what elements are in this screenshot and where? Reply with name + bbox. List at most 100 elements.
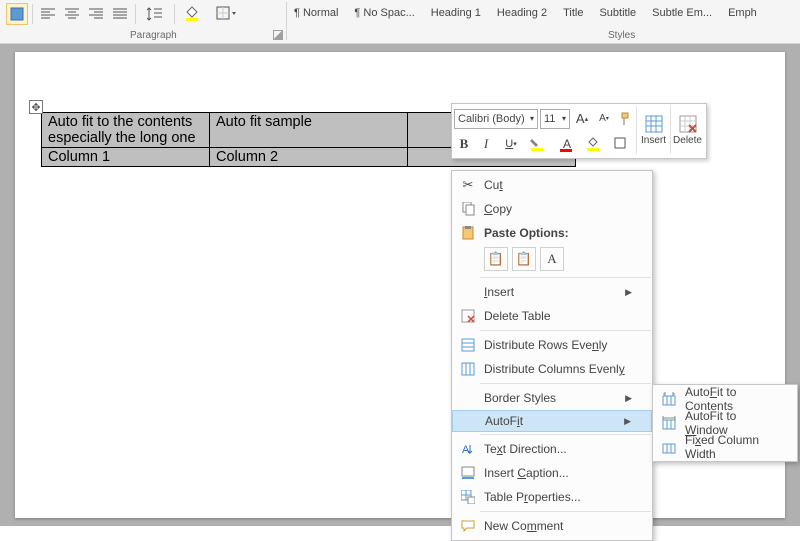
distribute-cols-icon bbox=[458, 362, 478, 376]
menu-separator bbox=[480, 511, 651, 512]
menu-distribute-cols[interactable]: Distribute Columns Evenly bbox=[452, 357, 652, 381]
underline-button[interactable]: U▾ bbox=[498, 134, 524, 154]
style-emphasis[interactable]: Emph bbox=[720, 3, 765, 23]
delete-table-icon bbox=[458, 309, 478, 323]
font-family-combo[interactable]: Calibri (Body)▾ bbox=[454, 109, 538, 129]
menu-autofit[interactable]: AutoFit▶ bbox=[452, 410, 652, 432]
menu-separator bbox=[480, 330, 651, 331]
context-menu: ✂Cut Copy Paste Options: 📋 📋 A Insert▶ D… bbox=[451, 170, 653, 541]
borders-mini-button[interactable] bbox=[610, 134, 636, 154]
autofit-window-icon bbox=[659, 416, 679, 430]
distribute-rows-icon bbox=[458, 338, 478, 352]
insert-table-icon bbox=[645, 115, 663, 133]
delete-table-icon bbox=[679, 115, 697, 133]
insert-button[interactable]: Insert bbox=[636, 106, 670, 154]
menu-separator bbox=[480, 383, 651, 384]
menu-separator bbox=[480, 434, 651, 435]
styles-gallery: ¶ Normal ¶ No Spac... Heading 1 Heading … bbox=[286, 3, 765, 23]
align-center-icon bbox=[65, 8, 79, 20]
paragraph-group-label: Paragraph bbox=[130, 30, 177, 41]
mini-toolbar: Calibri (Body)▾ 11▾ A▴ A▾ B I U▾ A Inser… bbox=[451, 103, 707, 159]
autofit-submenu: AutoFit to Contents AutoFit to Window Fi… bbox=[652, 384, 798, 462]
shading-button[interactable] bbox=[6, 3, 28, 25]
table-cell[interactable]: Column 1 bbox=[42, 148, 210, 167]
shading-mini-button[interactable] bbox=[582, 134, 608, 154]
style-subtle-emphasis[interactable]: Subtle Em... bbox=[644, 3, 720, 23]
menu-copy[interactable]: Copy bbox=[452, 197, 652, 221]
style-no-spacing[interactable]: ¶ No Spac... bbox=[346, 3, 422, 23]
menu-text-direction[interactable]: AText Direction... bbox=[452, 437, 652, 461]
menu-delete-table[interactable]: Delete Table bbox=[452, 304, 652, 328]
bucket-icon bbox=[586, 137, 604, 151]
font-color-button[interactable]: A bbox=[554, 134, 580, 154]
borders-mini-icon bbox=[614, 137, 632, 151]
style-heading2[interactable]: Heading 2 bbox=[489, 3, 555, 23]
paste-options-row: 📋 📋 A bbox=[452, 245, 652, 275]
align-center-button[interactable] bbox=[61, 3, 83, 25]
menu-table-properties[interactable]: Table Properties... bbox=[452, 485, 652, 509]
grow-font-button[interactable]: A▴ bbox=[572, 109, 592, 129]
table-cell[interactable]: Column 2 bbox=[210, 148, 408, 167]
table-properties-icon bbox=[458, 490, 478, 504]
paste-keep-source[interactable]: 📋 bbox=[484, 247, 508, 271]
menu-paste-options: Paste Options: bbox=[452, 221, 652, 245]
table-move-handle[interactable]: ✥ bbox=[29, 100, 43, 114]
submenu-arrow-icon: ▶ bbox=[625, 287, 632, 298]
style-title[interactable]: Title bbox=[555, 3, 591, 23]
fixed-width-icon bbox=[659, 440, 679, 454]
font-size-value: 11 bbox=[544, 113, 555, 125]
borders-button[interactable] bbox=[211, 3, 241, 25]
line-spacing-button[interactable] bbox=[140, 3, 170, 25]
align-left-button[interactable] bbox=[37, 3, 59, 25]
style-subtitle[interactable]: Subtitle bbox=[591, 3, 644, 23]
shrink-font-button[interactable]: A▾ bbox=[594, 109, 614, 129]
caption-icon bbox=[458, 466, 478, 480]
paragraph-dialog-launcher[interactable] bbox=[273, 30, 283, 40]
paste-text-only[interactable]: A bbox=[540, 247, 564, 271]
paste-icon bbox=[458, 226, 478, 240]
submenu-autofit-contents[interactable]: AutoFit to Contents bbox=[653, 387, 797, 411]
text-direction-icon: A bbox=[458, 442, 478, 456]
style-heading1[interactable]: Heading 1 bbox=[423, 3, 489, 23]
italic-button[interactable]: I bbox=[476, 134, 496, 154]
highlight-icon bbox=[530, 137, 548, 151]
style-normal[interactable]: ¶ Normal bbox=[286, 3, 346, 23]
menu-insert[interactable]: Insert▶ bbox=[452, 280, 652, 304]
font-size-combo[interactable]: 11▾ bbox=[540, 109, 570, 129]
format-painter-icon bbox=[619, 112, 633, 126]
bold-button[interactable]: B bbox=[454, 134, 474, 154]
borders-icon bbox=[216, 6, 236, 22]
format-painter-button[interactable] bbox=[616, 109, 636, 129]
menu-insert-caption[interactable]: Insert Caption... bbox=[452, 461, 652, 485]
separator bbox=[174, 4, 175, 24]
separator bbox=[135, 4, 136, 24]
ribbon: Paragraph ¶ Normal ¶ No Spac... Heading … bbox=[0, 0, 800, 44]
justify-button[interactable] bbox=[109, 3, 131, 25]
table-cell[interactable]: Auto fit sample bbox=[210, 113, 408, 148]
insert-label: Insert bbox=[641, 135, 666, 146]
copy-icon bbox=[458, 202, 478, 216]
submenu-autofit-window[interactable]: AutoFit to Window bbox=[653, 411, 797, 435]
menu-distribute-rows[interactable]: Distribute Rows Evenly bbox=[452, 333, 652, 357]
align-left-icon bbox=[41, 8, 55, 20]
delete-button[interactable]: Delete bbox=[670, 106, 704, 154]
menu-separator bbox=[480, 277, 651, 278]
menu-new-comment[interactable]: New Comment bbox=[452, 514, 652, 538]
highlight-button[interactable] bbox=[526, 134, 552, 154]
cut-icon: ✂ bbox=[458, 177, 478, 193]
paste-merge[interactable]: 📋 bbox=[512, 247, 536, 271]
menu-border-styles[interactable]: Border Styles▶ bbox=[452, 386, 652, 410]
submenu-arrow-icon: ▶ bbox=[624, 416, 631, 427]
table-cell[interactable]: Auto fit to the contents especially the … bbox=[42, 113, 210, 148]
separator bbox=[32, 4, 33, 24]
fill-bucket-icon bbox=[184, 6, 204, 22]
menu-cut[interactable]: ✂Cut bbox=[452, 173, 652, 197]
align-right-icon bbox=[89, 8, 103, 20]
fill-color-button[interactable] bbox=[179, 3, 209, 25]
align-right-button[interactable] bbox=[85, 3, 107, 25]
autofit-contents-icon bbox=[659, 392, 679, 406]
justify-icon bbox=[113, 8, 127, 20]
delete-label: Delete bbox=[673, 135, 702, 146]
shading-icon bbox=[10, 7, 24, 21]
submenu-fixed-width[interactable]: Fixed Column Width bbox=[653, 435, 797, 459]
